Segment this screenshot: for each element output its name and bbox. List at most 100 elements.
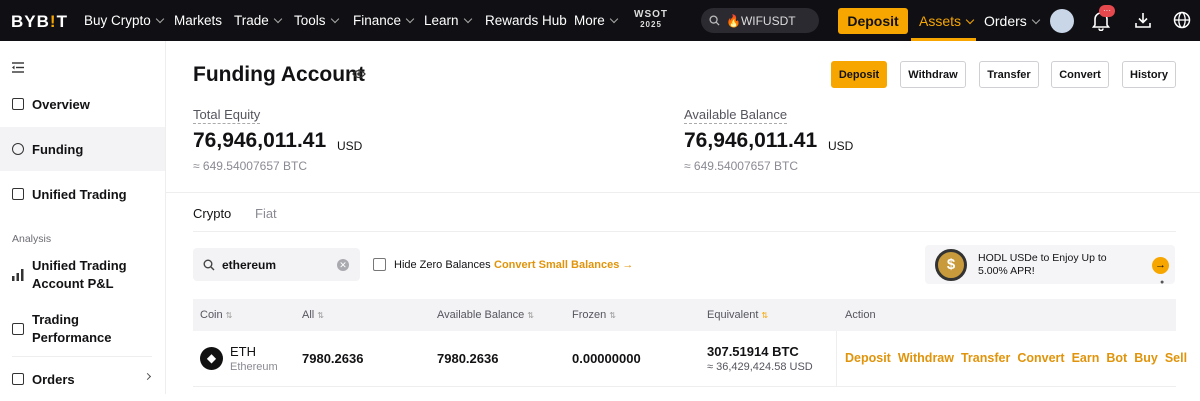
nav-rewards-hub[interactable]: Rewards Hub — [485, 13, 567, 28]
tab-fiat[interactable]: Fiat — [255, 206, 277, 221]
chevron-down-icon — [463, 14, 472, 24]
sidebar: Overview Funding Unified Trading Analysi… — [0, 41, 166, 394]
notification-badge: ··· — [1099, 5, 1115, 17]
collapse-sidebar-icon[interactable] — [12, 62, 24, 73]
search-icon — [709, 15, 720, 26]
nav-more[interactable]: More — [574, 13, 619, 28]
divider — [836, 331, 837, 387]
tabs-divider — [193, 231, 1176, 232]
total-equity-label: Total Equity — [193, 107, 261, 124]
grid-icon — [12, 98, 24, 110]
nav-tools[interactable]: Tools — [294, 13, 339, 28]
coin-search-input[interactable]: ethereum — [193, 248, 360, 281]
clear-search-icon[interactable]: ✕ — [337, 259, 349, 271]
action-bot[interactable]: Bot — [1106, 351, 1127, 365]
total-equity-unit: USD — [337, 139, 363, 153]
action-withdraw[interactable]: Withdraw — [898, 351, 954, 365]
page-title: Funding Account — [193, 63, 365, 86]
usde-coin-icon: $ — [935, 249, 967, 281]
action-sell[interactable]: Sell — [1165, 351, 1187, 365]
equivalent-usd: ≈ 36,429,424.58 USD — [707, 361, 813, 373]
global-search[interactable]: 🔥WIFUSDT — [701, 8, 819, 33]
sidebar-item-funding[interactable]: Funding — [0, 127, 165, 171]
row-actions: Deposit Withdraw Transfer Convert Earn B… — [845, 351, 1187, 365]
sidebar-section-label: Analysis — [12, 233, 52, 245]
total-equity-btc: ≈ 649.54007657 BTC — [193, 159, 307, 173]
top-nav: BYB!T Buy Crypto Markets Trade Tools Fin… — [0, 0, 1200, 41]
table-header — [193, 299, 1176, 331]
withdraw-button[interactable]: Withdraw — [900, 61, 966, 88]
chevron-down-icon — [965, 15, 975, 25]
total-equity-value: 76,946,011.41 — [193, 129, 327, 152]
tab-crypto[interactable]: Crypto — [193, 206, 231, 221]
nav-assets[interactable]: Assets — [919, 13, 975, 29]
coin-symbol: ETH — [230, 344, 256, 359]
nav-trade[interactable]: Trade — [234, 13, 283, 28]
sidebar-item-overview[interactable]: Overview — [0, 82, 165, 126]
orders-icon — [12, 373, 24, 385]
search-icon — [203, 259, 215, 270]
chevron-down-icon — [330, 14, 339, 24]
nav-buy-crypto[interactable]: Buy Crypto — [84, 13, 165, 28]
convert-small-balances-link[interactable]: Convert Small Balances → — [494, 259, 633, 271]
action-earn[interactable]: Earn — [1072, 351, 1100, 365]
nav-markets[interactable]: Markets — [174, 13, 222, 28]
available-balance-label: Available Balance — [684, 107, 788, 124]
hide-zero-checkbox[interactable] — [373, 258, 386, 271]
sidebar-item-orders[interactable]: Orders — [0, 357, 165, 401]
action-convert[interactable]: Convert — [1017, 351, 1064, 365]
sidebar-item-unified-trading[interactable]: Unified Trading — [0, 172, 165, 216]
sort-icon: ⇅ — [527, 311, 534, 320]
wallet-icon — [12, 188, 24, 200]
chevron-down-icon — [273, 14, 283, 24]
sort-icon: ⇅ — [609, 311, 616, 320]
column-all[interactable]: All ⇅ — [302, 309, 324, 321]
avatar[interactable] — [1050, 9, 1074, 33]
column-available-balance[interactable]: Available Balance ⇅ — [437, 309, 534, 321]
action-transfer[interactable]: Transfer — [961, 351, 1010, 365]
performance-icon — [12, 323, 24, 335]
nav-deposit-button[interactable]: Deposit — [838, 8, 908, 34]
column-action: Action — [845, 309, 876, 321]
available-balance-unit: USD — [828, 139, 854, 153]
column-equivalent[interactable]: Equivalent ⇅ — [707, 309, 768, 321]
sort-icon: ⇅ — [225, 311, 233, 320]
nav-finance[interactable]: Finance — [353, 13, 415, 28]
transfer-button[interactable]: Transfer — [979, 61, 1039, 88]
column-frozen[interactable]: Frozen ⇅ — [572, 309, 616, 321]
chevron-down-icon — [155, 14, 165, 24]
event-badge[interactable]: WSOT 2025 — [634, 10, 668, 30]
convert-button[interactable]: Convert — [1051, 61, 1109, 88]
column-coin[interactable]: Coin ⇅ — [200, 309, 232, 321]
arrow-right-icon[interactable]: → — [1152, 257, 1169, 274]
active-tab-indicator — [911, 38, 976, 41]
hide-zero-label[interactable]: Hide Zero Balances — [394, 259, 491, 271]
bybit-logo[interactable]: BYB!T — [11, 12, 68, 32]
nav-learn[interactable]: Learn — [424, 13, 472, 28]
sort-icon: ⇅ — [317, 311, 324, 320]
chevron-right-icon — [143, 372, 152, 381]
divider — [166, 192, 1200, 193]
chevron-down-icon — [1031, 15, 1041, 25]
eye-icon[interactable] — [352, 69, 366, 79]
coin-name: Ethereum — [230, 361, 278, 373]
sidebar-item-unified-pnl[interactable]: Unified Trading Account P&L — [12, 257, 127, 293]
download-icon[interactable] — [1134, 11, 1152, 29]
action-deposit[interactable]: Deposit — [845, 351, 891, 365]
bar-chart-icon — [12, 269, 24, 281]
history-button[interactable]: History — [1122, 61, 1176, 88]
equivalent-btc: 307.51914 BTC — [707, 344, 799, 359]
chevron-down-icon — [405, 14, 415, 24]
sort-icon: ⇅ — [761, 311, 769, 320]
deposit-button[interactable]: Deposit — [831, 61, 887, 88]
available-balance-value: 76,946,011.41 — [684, 129, 818, 152]
globe-icon[interactable] — [1173, 11, 1191, 29]
available-balance-btc: ≈ 649.54007657 BTC — [684, 159, 798, 173]
balance-available: 7980.2636 — [437, 351, 499, 366]
coin-icon — [12, 143, 24, 155]
sidebar-item-trading-performance[interactable]: Trading Performance — [12, 311, 111, 347]
nav-orders[interactable]: Orders — [984, 13, 1041, 29]
ethereum-icon: ◆ — [200, 347, 223, 370]
action-buy[interactable]: Buy — [1134, 351, 1158, 365]
divider — [193, 386, 1176, 387]
